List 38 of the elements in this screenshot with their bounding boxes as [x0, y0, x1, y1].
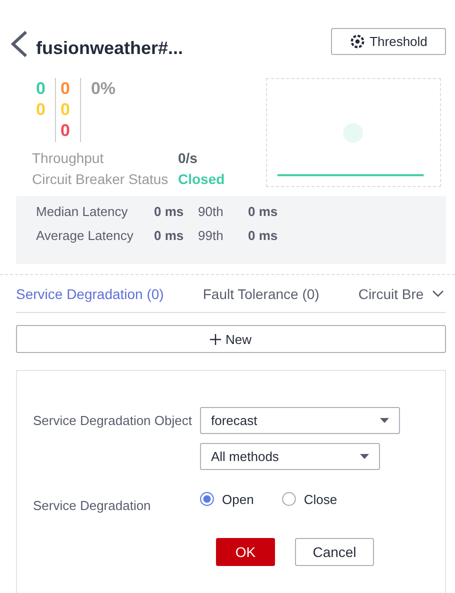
latency-value: 0 ms	[154, 227, 185, 245]
new-button[interactable]: New	[16, 325, 446, 353]
field-label: Service Degradation Object	[33, 412, 193, 430]
field-label: Service Degradation	[33, 497, 152, 513]
chevron-down-icon[interactable]	[432, 290, 444, 298]
object-select[interactable]: forecast	[200, 407, 400, 434]
tab[interactable]: Fault Tolerance (0)	[202, 286, 320, 302]
stat-label: Throughput	[32, 149, 105, 168]
percent-value: 0%	[90, 78, 116, 100]
dropdown-icon	[380, 418, 389, 423]
cancel-button[interactable]: Cancel	[295, 538, 374, 566]
stat-value: 0/s	[178, 149, 198, 168]
status-value: Closed	[178, 170, 225, 189]
dropdown-icon	[360, 454, 369, 459]
count-value: 0	[36, 78, 46, 99]
threshold-button[interactable]: Threshold	[331, 28, 446, 55]
plus-icon	[210, 334, 222, 344]
method-select[interactable]: All methods	[200, 443, 380, 470]
percentile-value: 0 ms	[248, 203, 278, 221]
stat-label: Circuit Breaker Status	[32, 170, 170, 189]
count-value: 0	[60, 78, 70, 99]
back-icon[interactable]	[10, 30, 28, 58]
percentile-label: 90th	[198, 203, 224, 221]
count-value: 0	[36, 99, 46, 120]
latency-label: Average Latency	[36, 227, 134, 245]
percentile-value: 0 ms	[248, 227, 278, 245]
page-title: fusionweather#...	[36, 38, 184, 59]
tab[interactable]: Circuit Bre	[358, 286, 424, 302]
tab[interactable]: Service Degradation (0)	[16, 286, 164, 302]
latency-value: 0 ms	[154, 203, 185, 221]
radio-option[interactable]: Close	[282, 492, 338, 506]
percentile-label: 99th	[198, 227, 224, 245]
radio-option[interactable]: Open	[200, 492, 254, 506]
gear-icon	[350, 34, 365, 49]
count-value: 0	[60, 99, 70, 120]
ok-button[interactable]: OK	[216, 538, 275, 566]
latency-label: Median Latency	[36, 203, 129, 221]
count-value: 0	[60, 120, 70, 141]
